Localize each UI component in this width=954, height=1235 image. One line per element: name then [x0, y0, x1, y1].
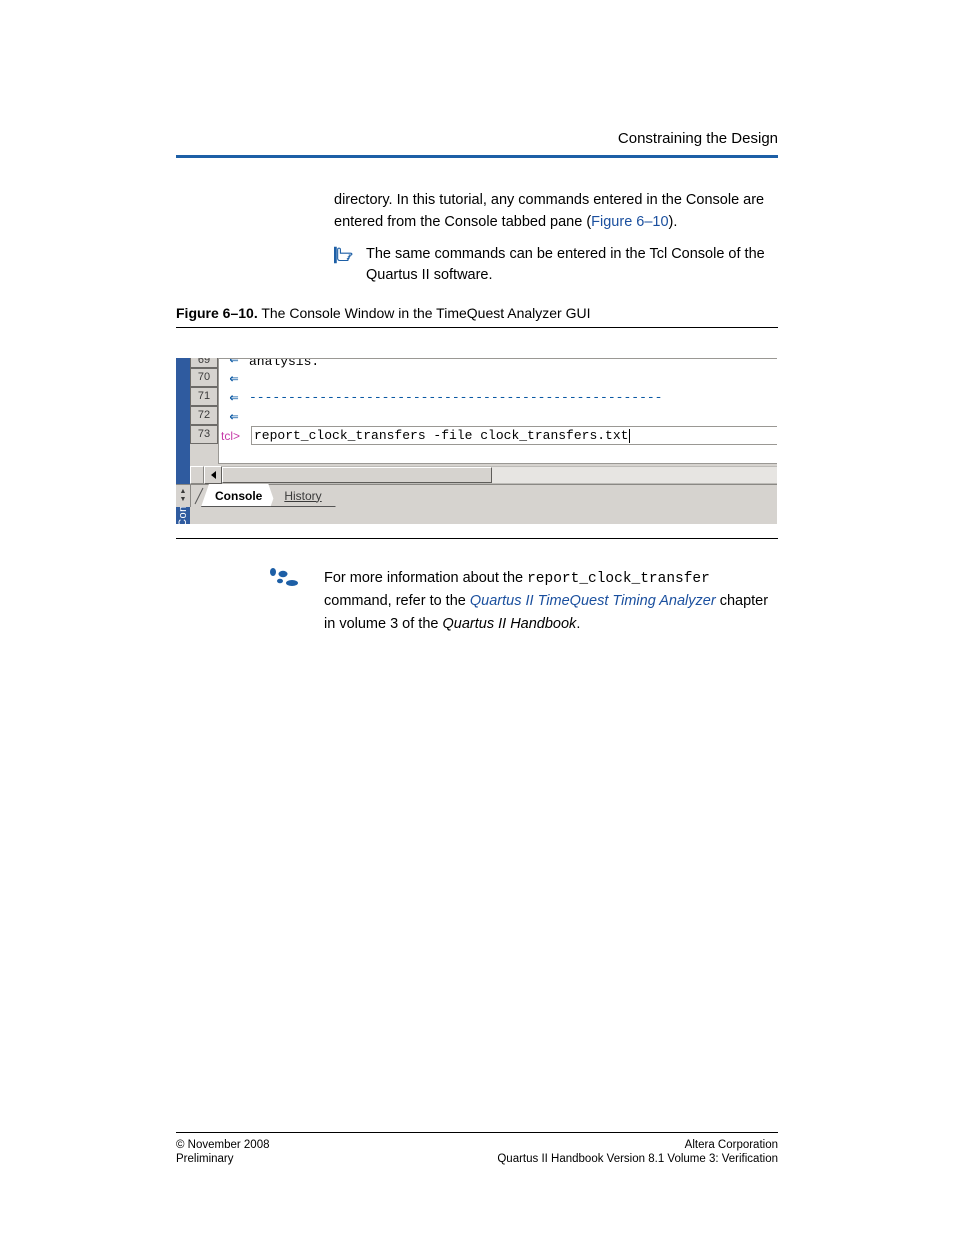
- figure-bottom-rule: [176, 538, 778, 539]
- console-row: ⇐ --------------------------------------…: [219, 388, 777, 407]
- console-input-value: report_clock_transfers -file clock_trans…: [254, 428, 628, 443]
- chapter-link[interactable]: Quartus II TimeQuest Timing Analyzer: [470, 593, 716, 609]
- triangle-left-icon: [211, 471, 216, 479]
- console-row: ⇐ analysis.: [219, 359, 777, 369]
- pane-resize-grip[interactable]: ▲▼: [176, 485, 191, 507]
- info-text-part: For more information about the: [324, 570, 527, 586]
- console-text-cut: analysis.: [249, 359, 319, 369]
- line-number-cell: 70: [190, 368, 218, 387]
- console-divider-dashes: ----------------------------------------…: [249, 390, 662, 405]
- body-text-line2a: from the Console tabbed pane (: [387, 214, 591, 230]
- figure-caption: Figure 6–10. The Console Window in the T…: [176, 305, 778, 321]
- note-text: The same commands can be entered in the …: [366, 244, 778, 288]
- line-number-gutter: 69 70 71 72 73: [190, 358, 218, 444]
- output-arrow-icon: ⇐: [219, 388, 249, 407]
- console-tabbar: ▲▼ Console History: [176, 484, 777, 507]
- footer-status: Preliminary: [176, 1153, 234, 1165]
- pointing-hand-icon: [334, 246, 356, 269]
- console-output-area[interactable]: ⇐ analysis. ⇐ ⇐ ------------------------…: [218, 358, 777, 464]
- horizontal-scrollbar[interactable]: [190, 466, 777, 484]
- footer-handbook-ref: Quartus II Handbook Version 8.1 Volume 3…: [497, 1153, 778, 1165]
- console-row: ⇐: [219, 369, 777, 388]
- tab-console[interactable]: Console: [201, 484, 276, 507]
- figure-top-rule: [176, 327, 778, 328]
- handbook-title: Quartus II Handbook: [443, 616, 577, 632]
- tabbar-filler: [336, 485, 777, 507]
- info-note-block: For more information about the report_cl…: [266, 567, 778, 635]
- body-paragraph: directory. In this tutorial, any command…: [176, 190, 778, 234]
- code-command: report_clock_transfer: [527, 571, 710, 587]
- body-text-line2b: ).: [669, 214, 678, 230]
- info-note-text: For more information about the report_cl…: [324, 567, 778, 635]
- info-text-part: .: [576, 616, 580, 632]
- footsteps-icon: [266, 567, 304, 594]
- scroll-left-button[interactable]: [204, 466, 222, 484]
- scrollbar-thumb[interactable]: [222, 467, 492, 483]
- link-text: Quartus II TimeQuest Timing Analyzer: [470, 593, 716, 609]
- console-row: ⇐: [219, 407, 777, 426]
- page-header: Constraining the Design: [176, 0, 778, 158]
- scrollbar-corner: [190, 466, 204, 484]
- console-input-row: tcl> report_clock_transfers -file clock_…: [219, 426, 777, 445]
- scrollbar-track[interactable]: [222, 466, 777, 484]
- page-title: Constraining the Design: [176, 130, 778, 147]
- page-footer: © November 2008 Altera Corporation Preli…: [176, 1126, 778, 1165]
- figure-frame: Console 69 70 71 72 73 ⇐ analysis. ⇐ ⇐ -…: [176, 358, 778, 524]
- tab-label: History: [284, 489, 321, 503]
- output-arrow-icon: ⇐: [219, 407, 249, 426]
- line-number-cell: 73: [190, 425, 218, 444]
- figure-reference-link[interactable]: Figure 6–10: [591, 214, 668, 230]
- info-text-part: command, refer to the: [324, 593, 470, 609]
- console-input[interactable]: report_clock_transfers -file clock_trans…: [251, 426, 777, 445]
- up-down-arrows-icon: ▲▼: [180, 488, 187, 504]
- footer-copyright: © November 2008: [176, 1139, 270, 1151]
- header-rule: [176, 155, 778, 158]
- figure-caption-number: Figure 6–10.: [176, 305, 258, 321]
- console-screenshot: Console 69 70 71 72 73 ⇐ analysis. ⇐ ⇐ -…: [176, 358, 777, 524]
- output-arrow-icon: ⇐: [219, 359, 249, 369]
- line-number-cell: 71: [190, 387, 218, 406]
- text-caret: [629, 429, 630, 443]
- line-number-cell: 72: [190, 406, 218, 425]
- footer-rule: [176, 1132, 778, 1133]
- output-arrow-icon: ⇐: [219, 369, 249, 388]
- figure-caption-text: The Console Window in the TimeQuest Anal…: [261, 305, 590, 321]
- footer-company: Altera Corporation: [685, 1139, 778, 1151]
- note-block: The same commands can be entered in the …: [334, 244, 778, 288]
- line-number-cell: 69: [190, 358, 218, 368]
- tcl-prompt: tcl>: [219, 429, 251, 443]
- tab-label: Console: [215, 489, 262, 503]
- tab-history[interactable]: History: [270, 485, 335, 507]
